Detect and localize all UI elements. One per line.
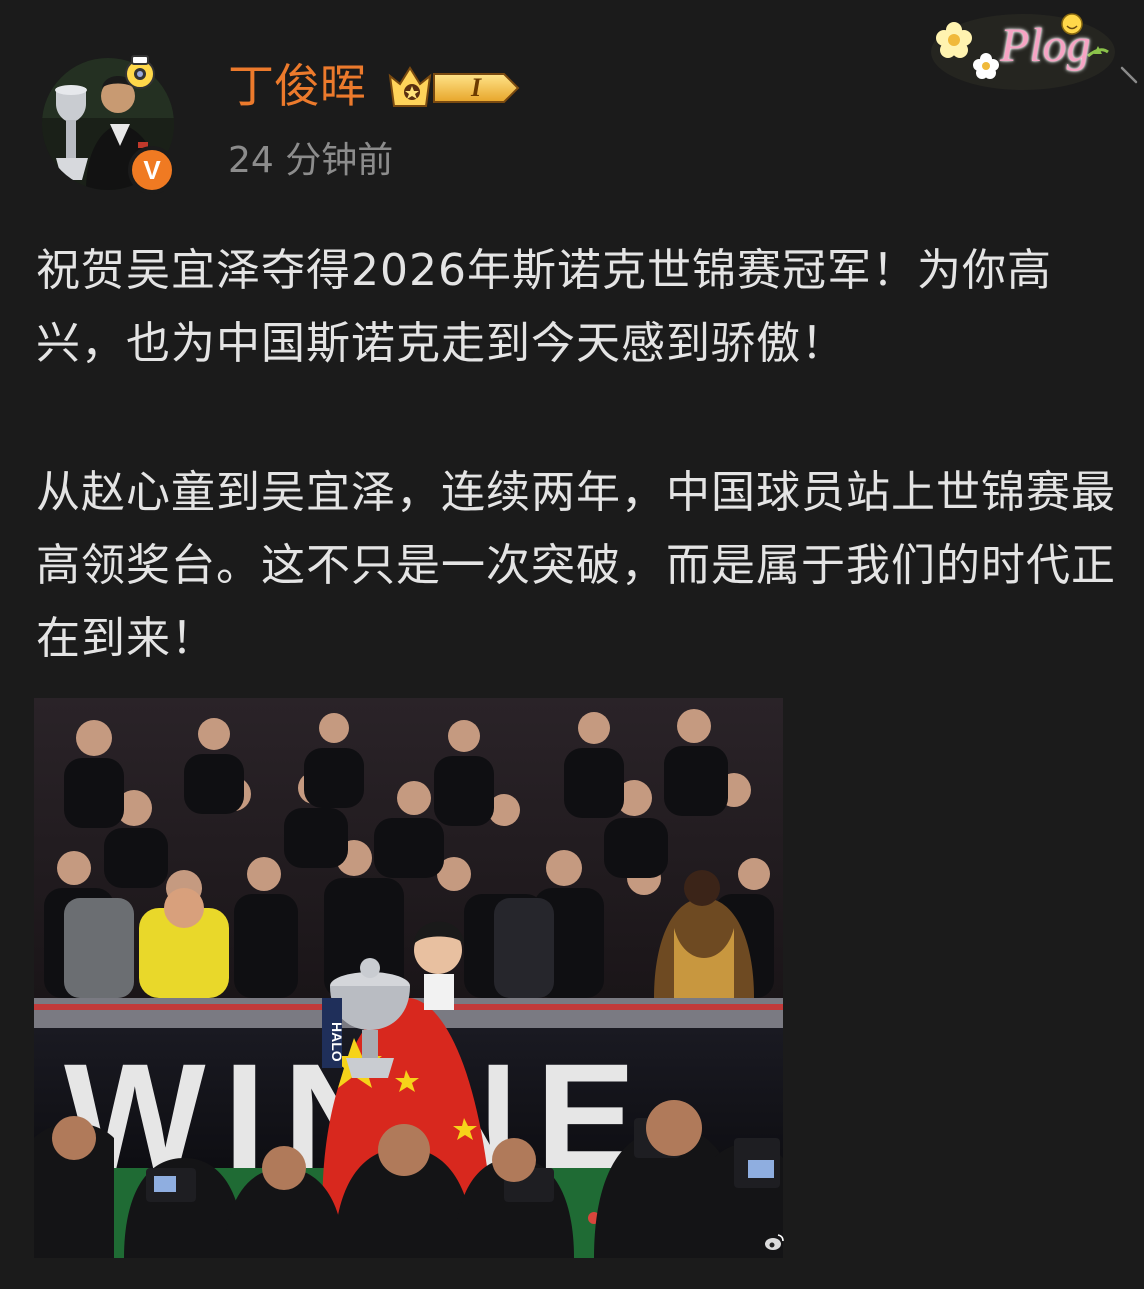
camera-sticker-icon xyxy=(125,55,155,89)
post-timestamp: 24 分钟前 xyxy=(228,140,394,181)
post-image[interactable]: WINNE xyxy=(34,698,783,1258)
weibo-logo-icon xyxy=(765,1234,784,1250)
weibo-post-screen: V 丁俊晖 I 24 分钟前 Plog 祝贺吴宜泽夺得2026年斯诺克世锦赛冠军… xyxy=(0,0,1144,1289)
trophy-ribbon-text: HALO xyxy=(329,1022,345,1062)
plog-sticker-text: Plog xyxy=(1000,19,1091,72)
chevron-down-icon[interactable] xyxy=(1118,64,1140,86)
author-name[interactable]: 丁俊晖 xyxy=(228,56,366,116)
post-paragraph: 从赵心童到吴宜泽，连续两年，中国球员站上世锦赛最高领奖台。这不只是一次突破，而是… xyxy=(36,467,1116,664)
verified-badge: V xyxy=(128,146,176,194)
post-paragraph: 祝贺吴宜泽夺得2026年斯诺克世锦赛冠军！为你高兴，也为中国斯诺克走到今天感到骄… xyxy=(36,245,1052,369)
trophy-celebration-photo: WINNE xyxy=(34,698,783,1258)
vip-level-label: I xyxy=(470,73,482,102)
